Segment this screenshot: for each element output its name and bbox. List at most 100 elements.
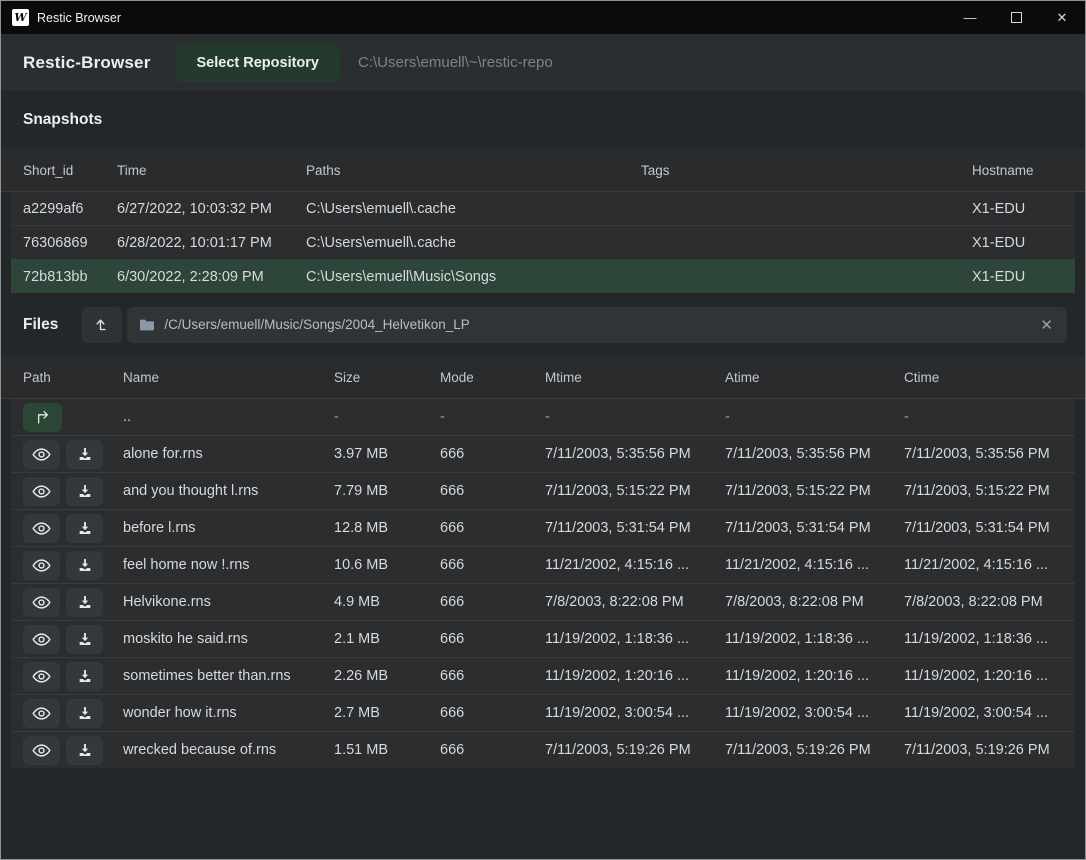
file-row[interactable]: alone for.rns3.97 MB6667/11/2003, 5:35:5… <box>11 435 1075 472</box>
snapshot-row[interactable]: 72b813bb6/30/2022, 2:28:09 PMC:\Users\em… <box>11 259 1075 293</box>
row-actions <box>23 551 123 580</box>
file-name: Helvikone.rns <box>123 594 334 610</box>
file-row[interactable]: sometimes better than.rns2.26 MB66611/19… <box>11 657 1075 694</box>
preview-file-button[interactable] <box>23 440 60 469</box>
download-file-button[interactable] <box>66 662 103 691</box>
snapshot-hostname: X1-EDU <box>972 269 1063 285</box>
file-atime: 7/11/2003, 5:15:22 PM <box>725 483 904 499</box>
file-mode: 666 <box>440 483 545 499</box>
file-size: - <box>334 409 440 425</box>
download-icon <box>77 705 93 721</box>
row-actions <box>23 403 123 432</box>
preview-file-button[interactable] <box>23 662 60 691</box>
snapshot-time: 6/30/2022, 2:28:09 PM <box>117 269 306 285</box>
file-atime: 11/21/2002, 4:15:16 ... <box>725 557 904 573</box>
folder-icon <box>139 318 155 332</box>
snapshots-heading: Snapshots <box>23 111 102 129</box>
snapshot-paths: C:\Users\emuell\.cache <box>306 235 641 251</box>
download-icon <box>77 520 93 536</box>
file-mode: 666 <box>440 446 545 462</box>
download-icon <box>77 742 93 758</box>
header: Restic-Browser Select Repository C:\User… <box>1 34 1085 91</box>
snapshots-table-header: Short_id Time Paths Tags Hostname <box>1 149 1085 192</box>
column-header-size: Size <box>334 370 440 385</box>
current-path-field[interactable]: /C/Users/emuell/Music/Songs/2004_Helveti… <box>127 307 1067 343</box>
preview-file-button[interactable] <box>23 514 60 543</box>
file-row[interactable]: feel home now !.rns10.6 MB66611/21/2002,… <box>11 546 1075 583</box>
download-file-button[interactable] <box>66 625 103 654</box>
file-size: 2.7 MB <box>334 705 440 721</box>
download-file-button[interactable] <box>66 477 103 506</box>
download-icon <box>77 668 93 684</box>
row-actions <box>23 477 123 506</box>
snapshot-paths: C:\Users\emuell\.cache <box>306 201 641 217</box>
level-up-icon <box>93 316 111 334</box>
snapshot-paths: C:\Users\emuell\Music\Songs <box>306 269 641 285</box>
go-to-root-button[interactable] <box>82 307 122 343</box>
file-mtime: 11/21/2002, 4:15:16 ... <box>545 557 725 573</box>
file-row[interactable]: moskito he said.rns2.1 MB66611/19/2002, … <box>11 620 1075 657</box>
file-name: alone for.rns <box>123 446 334 462</box>
snapshot-row[interactable]: a2299af66/27/2022, 10:03:32 PMC:\Users\e… <box>11 192 1075 225</box>
file-size: 2.26 MB <box>334 668 440 684</box>
file-atime: - <box>725 409 904 425</box>
preview-file-button[interactable] <box>23 588 60 617</box>
file-ctime: 11/19/2002, 1:18:36 ... <box>904 631 1063 647</box>
download-file-button[interactable] <box>66 736 103 765</box>
download-file-button[interactable] <box>66 440 103 469</box>
file-name: before l.rns <box>123 520 334 536</box>
file-mode: 666 <box>440 520 545 536</box>
column-header-tags: Tags <box>641 163 972 178</box>
snapshot-hostname: X1-EDU <box>972 235 1063 251</box>
file-row[interactable]: Helvikone.rns4.9 MB6667/8/2003, 8:22:08 … <box>11 583 1075 620</box>
snapshot-time: 6/28/2022, 10:01:17 PM <box>117 235 306 251</box>
eye-icon <box>32 632 51 647</box>
select-repository-button[interactable]: Select Repository <box>176 44 341 82</box>
file-name: wonder how it.rns <box>123 705 334 721</box>
file-atime: 7/8/2003, 8:22:08 PM <box>725 594 904 610</box>
maximize-icon <box>1011 12 1022 23</box>
column-header-mtime: Mtime <box>545 370 725 385</box>
row-actions <box>23 736 123 765</box>
file-atime: 7/11/2003, 5:35:56 PM <box>725 446 904 462</box>
file-size: 1.51 MB <box>334 742 440 758</box>
file-row[interactable]: before l.rns12.8 MB6667/11/2003, 5:31:54… <box>11 509 1075 546</box>
row-actions <box>23 440 123 469</box>
file-atime: 7/11/2003, 5:19:26 PM <box>725 742 904 758</box>
download-file-button[interactable] <box>66 699 103 728</box>
minimize-button[interactable]: — <box>947 1 993 34</box>
snapshot-row[interactable]: 763068696/28/2022, 10:01:17 PMC:\Users\e… <box>11 225 1075 259</box>
preview-file-button[interactable] <box>23 699 60 728</box>
eye-icon <box>32 484 51 499</box>
file-mtime: 7/11/2003, 5:35:56 PM <box>545 446 725 462</box>
close-button[interactable]: ✕ <box>1039 1 1085 34</box>
file-ctime: 7/11/2003, 5:31:54 PM <box>904 520 1063 536</box>
column-header-path: Path <box>23 370 123 385</box>
download-file-button[interactable] <box>66 514 103 543</box>
file-row[interactable]: wonder how it.rns2.7 MB66611/19/2002, 3:… <box>11 694 1075 731</box>
file-ctime: 11/21/2002, 4:15:16 ... <box>904 557 1063 573</box>
current-path-value: /C/Users/emuell/Music/Songs/2004_Helveti… <box>164 317 1038 332</box>
download-file-button[interactable] <box>66 588 103 617</box>
file-ctime: 11/19/2002, 3:00:54 ... <box>904 705 1063 721</box>
file-mode: - <box>440 409 545 425</box>
download-icon <box>77 446 93 462</box>
file-row[interactable]: wrecked because of.rns1.51 MB6667/11/200… <box>11 731 1075 768</box>
preview-file-button[interactable] <box>23 551 60 580</box>
go-up-button[interactable] <box>23 403 62 432</box>
preview-file-button[interactable] <box>23 477 60 506</box>
parent-directory-row[interactable]: ..----- <box>11 399 1075 435</box>
file-row[interactable]: and you thought l.rns7.79 MB6667/11/2003… <box>11 472 1075 509</box>
file-atime: 11/19/2002, 3:00:54 ... <box>725 705 904 721</box>
corner-up-right-icon <box>34 409 52 425</box>
maximize-button[interactable] <box>993 1 1039 34</box>
file-mtime: 7/11/2003, 5:31:54 PM <box>545 520 725 536</box>
snapshot-hostname: X1-EDU <box>972 201 1063 217</box>
preview-file-button[interactable] <box>23 625 60 654</box>
download-file-button[interactable] <box>66 551 103 580</box>
clear-path-icon[interactable]: ✕ <box>1038 316 1055 334</box>
file-ctime: 7/11/2003, 5:19:26 PM <box>904 742 1063 758</box>
column-header-name: Name <box>123 370 334 385</box>
files-section-header: Files /C/Users/emuell/Music/Songs/2004_H… <box>1 293 1085 356</box>
preview-file-button[interactable] <box>23 736 60 765</box>
